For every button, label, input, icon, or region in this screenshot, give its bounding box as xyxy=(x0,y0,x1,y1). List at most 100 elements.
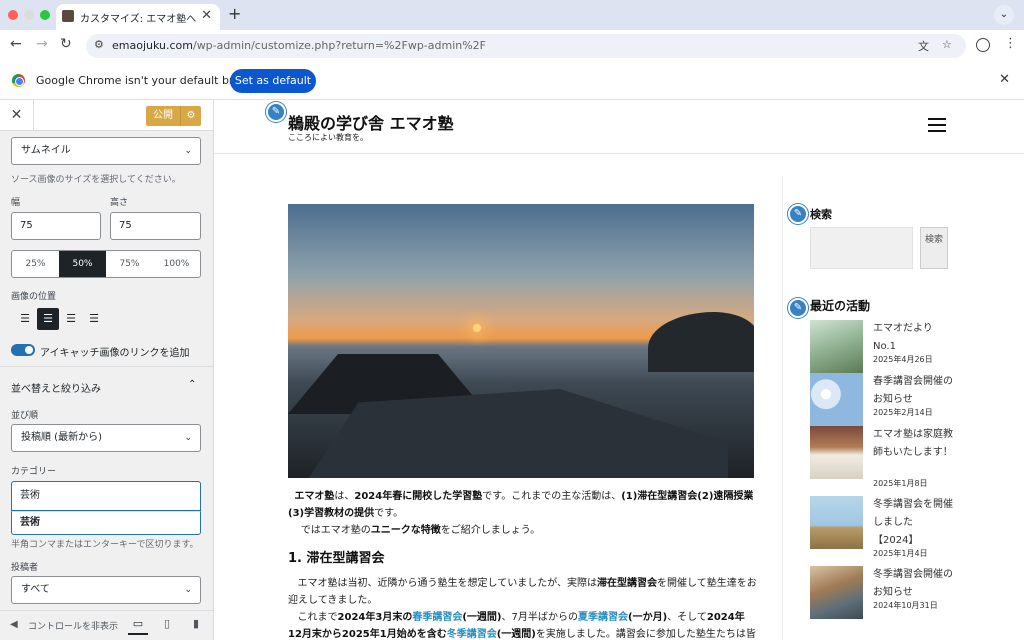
category-input[interactable]: 芸術 xyxy=(11,481,201,511)
menu-kebab-icon[interactable]: ⋮ xyxy=(1004,36,1017,51)
post-thumbnail[interactable] xyxy=(810,566,863,619)
profile-icon[interactable] xyxy=(976,38,990,52)
desktop-preview-icon[interactable]: ▭ xyxy=(128,617,148,635)
new-tab-button[interactable]: + xyxy=(228,4,241,23)
image-size-value: サムネイル xyxy=(21,145,71,156)
hero-sunset-image xyxy=(288,204,754,478)
edit-search-widget-pencil-icon[interactable]: ✎ xyxy=(788,204,808,224)
site-tagline: こころによい教育を。 xyxy=(288,133,368,142)
reload-icon[interactable]: ↻ xyxy=(60,36,72,52)
browser-toolbar: ← → ↻ ⚙ emaojuku.com/wp-admin/customize.… xyxy=(0,30,1024,62)
search-button-label: 検索 xyxy=(924,235,943,245)
tablet-preview-icon[interactable]: ▯ xyxy=(157,617,177,635)
bookmark-star-icon[interactable]: ☆ xyxy=(942,38,952,51)
mobile-preview-icon[interactable]: ▮ xyxy=(186,617,206,635)
align-none-icon[interactable]: ☰ xyxy=(14,308,36,330)
featured-image-link-label: アイキャッチ画像のリンクを追加 xyxy=(40,348,190,359)
category-suggestion-item[interactable]: 芸術 xyxy=(11,511,201,535)
author-select[interactable]: すべて ⌄ xyxy=(11,576,201,604)
image-size-select[interactable]: サムネイル ⌄ xyxy=(11,137,201,165)
image-position-label: 画像の位置 xyxy=(11,292,57,302)
post-title[interactable]: 冬季講習会開催のお知らせ xyxy=(873,566,953,602)
window-minimize-button[interactable] xyxy=(24,10,34,20)
post-thumbnail[interactable] xyxy=(810,496,863,549)
back-arrow-icon[interactable]: ← xyxy=(10,36,22,52)
edit-site-title-pencil-icon[interactable]: ✎ xyxy=(266,102,286,122)
publish-button[interactable]: 公開 xyxy=(146,106,180,126)
customizer-sidebar: ✕ 公開 ⚙ サムネイル ⌄ ソース画像のサイズを選択してください。 幅 高さ … xyxy=(0,100,214,640)
column-divider xyxy=(782,176,783,640)
window-close-button[interactable] xyxy=(8,10,18,20)
post-title[interactable]: エマオ塾は家庭教師もいたします！ xyxy=(873,426,953,462)
intro-paragraph: エマオ塾は、2024年春に開校した学習塾です。これまでの主な活動は、(1)滞在型… xyxy=(288,491,754,536)
paragraph-stay-course: エマオ塾は当初、近隣から通う塾生を想定していましたが、実際は滞在型講習会を開催し… xyxy=(288,578,757,606)
hide-controls-button[interactable]: コントロールを非表示 xyxy=(28,619,118,632)
collapse-arrow-icon[interactable]: ◀ xyxy=(10,619,18,630)
site-preview: ✎ 鵜殿の学び舎 エマオ塾 こころによい教育を。 エマオ塾は、2024年春に開校… xyxy=(214,100,1024,640)
search-input[interactable] xyxy=(810,227,913,269)
width-label: 幅 xyxy=(11,198,21,208)
percent-25-button[interactable]: 25% xyxy=(12,251,59,277)
sun-shape xyxy=(473,324,481,332)
chevron-down-icon: ⌄ xyxy=(184,146,192,156)
order-select[interactable]: 投稿順 (最新から) ⌄ xyxy=(11,424,201,452)
translate-icon[interactable]: 文 xyxy=(918,38,929,54)
size-percent-buttons: 25% 50% 75% 100% xyxy=(11,250,201,278)
window-zoom-button[interactable] xyxy=(40,10,50,20)
post-title[interactable]: 春季講習会開催のお知らせ xyxy=(873,373,953,409)
hamburger-menu-icon[interactable] xyxy=(928,118,946,132)
post-date: 2024年10月31日 xyxy=(873,601,938,610)
post-title[interactable]: 冬季講習会を開催しました【2024】 xyxy=(873,496,953,550)
address-bar[interactable]: ⚙ emaojuku.com/wp-admin/customize.php?re… xyxy=(86,34,966,58)
post-date: 2025年4月26日 xyxy=(873,355,933,364)
width-input[interactable]: 75 xyxy=(11,212,101,240)
post-title[interactable]: エマオだより No.1 xyxy=(873,320,953,356)
percent-50-button[interactable]: 50% xyxy=(59,251,106,277)
tab-search-chevron-icon[interactable]: ⌄ xyxy=(994,5,1014,25)
section-heading-stay-course: 1. 滞在型講習会 xyxy=(288,551,385,566)
roof-shape xyxy=(308,389,728,478)
percent-100-button[interactable]: 100% xyxy=(153,251,200,277)
default-browser-infobar: Google Chrome isn't your default browser… xyxy=(0,62,1024,100)
edit-recent-widget-pencil-icon[interactable]: ✎ xyxy=(788,298,808,318)
chevron-up-icon[interactable]: ⌃ xyxy=(188,379,196,390)
hill-shape xyxy=(648,312,754,372)
search-button[interactable]: 検索 xyxy=(920,227,948,269)
tab-title: カスタマイズ: エマオ塾へようこそ xyxy=(80,14,196,25)
url-text[interactable]: emaojuku.com/wp-admin/customize.php?retu… xyxy=(112,39,486,52)
set-default-button[interactable]: Set as default xyxy=(230,69,316,93)
search-widget-title: 検索 xyxy=(810,208,832,221)
site-title[interactable]: 鵜殿の学び舎 エマオ塾 xyxy=(288,110,454,134)
category-label: カテゴリー xyxy=(11,467,57,477)
paragraph-course-history: これまで2024年3月末の春季講習会(一週間)、7月半ばからの夏季講習会(一か月… xyxy=(288,612,756,640)
align-left-icon[interactable]: ☰ xyxy=(37,308,59,330)
featured-image-link-toggle[interactable] xyxy=(11,344,35,356)
browser-tab[interactable]: カスタマイズ: エマオ塾へようこそ ✕ xyxy=(56,4,220,30)
tab-close-icon[interactable]: ✕ xyxy=(201,8,212,23)
site-header: ✎ 鵜殿の学び舎 エマオ塾 こころによい教育を。 xyxy=(214,100,1024,154)
section-divider xyxy=(0,366,213,367)
sort-filter-section-title[interactable]: 並べ替えと絞り込み xyxy=(11,380,101,395)
height-input[interactable]: 75 xyxy=(110,212,201,240)
author-label: 投稿者 xyxy=(11,563,39,573)
post-thumbnail[interactable] xyxy=(810,320,863,373)
order-label: 並び順 xyxy=(11,411,39,421)
chevron-down-icon: ⌄ xyxy=(184,433,192,443)
forward-arrow-icon[interactable]: → xyxy=(36,36,48,52)
post-thumbnail[interactable] xyxy=(810,426,863,479)
order-value: 投稿順 (最新から) xyxy=(21,432,102,443)
post-thumbnail[interactable] xyxy=(810,373,863,426)
image-position-buttons: ☰ ☰ ☰ ☰ xyxy=(14,308,104,330)
post-date: 2025年1月8日 xyxy=(873,479,928,488)
publish-settings-gear-icon[interactable]: ⚙ xyxy=(180,106,201,126)
chrome-logo-icon xyxy=(12,74,25,87)
infobar-close-icon[interactable]: ✕ xyxy=(999,72,1010,87)
height-label: 高さ xyxy=(110,198,129,208)
align-right-icon[interactable]: ☰ xyxy=(83,308,105,330)
chevron-down-icon: ⌄ xyxy=(184,585,192,595)
close-customizer-icon[interactable]: ✕ xyxy=(0,100,34,131)
align-center-icon[interactable]: ☰ xyxy=(60,308,82,330)
percent-75-button[interactable]: 75% xyxy=(106,251,153,277)
site-info-icon[interactable]: ⚙ xyxy=(94,38,104,51)
site-favicon-icon xyxy=(62,10,74,22)
